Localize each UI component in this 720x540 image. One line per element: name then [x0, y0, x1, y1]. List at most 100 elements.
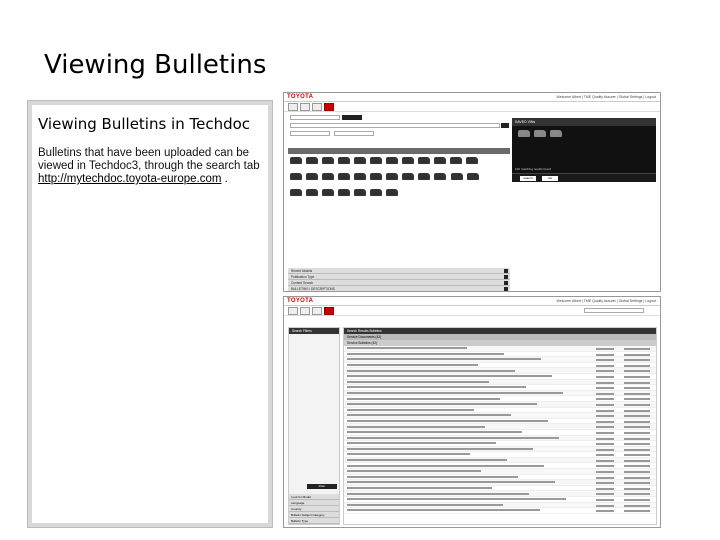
row-text-placeholder [347, 464, 544, 467]
row-number-placeholder [624, 348, 650, 350]
filter-row[interactable]: BULLETINS / DESCRIPTIONS [288, 286, 510, 291]
row-number-placeholder [624, 398, 650, 401]
model-car-icon[interactable] [434, 157, 446, 164]
search-input[interactable] [290, 123, 500, 128]
row-number-placeholder [624, 510, 650, 513]
model-car-icon[interactable] [370, 189, 382, 196]
techdoc-results-screenshot: TOYOTA Welcome Albert | TME Quality Assu… [283, 296, 661, 528]
home-icon[interactable] [288, 103, 298, 111]
type-select[interactable] [334, 131, 374, 136]
model-car-icon[interactable] [338, 189, 350, 196]
row-number-placeholder [624, 409, 650, 412]
vin-input[interactable] [290, 115, 340, 120]
model-car-icon[interactable] [354, 189, 366, 196]
saved-car-icon[interactable] [550, 130, 562, 137]
row-text-placeholder [347, 403, 537, 406]
row-date-placeholder [596, 504, 614, 507]
row-text-placeholder [347, 498, 566, 501]
tools-icon[interactable] [312, 103, 322, 111]
search-tab-icon[interactable] [324, 103, 334, 111]
vin-search-button[interactable] [342, 115, 362, 120]
model-car-icon[interactable] [306, 189, 318, 196]
model-car-icon[interactable] [290, 173, 302, 180]
tools-icon[interactable] [312, 307, 322, 315]
model-car-icon[interactable] [418, 157, 430, 164]
model-car-icon[interactable] [402, 173, 414, 180]
row-text-placeholder [347, 470, 481, 473]
filter-row-label: Content Search [291, 281, 314, 285]
expand-icon[interactable] [504, 275, 508, 279]
model-car-icon[interactable] [467, 173, 480, 180]
row-number-placeholder [624, 493, 650, 496]
model-car-icon[interactable] [451, 173, 464, 180]
model-car-icon[interactable] [322, 189, 334, 196]
model-car-icon[interactable] [386, 173, 398, 180]
right-list-button[interactable]: list [542, 176, 558, 181]
model-car-icon[interactable] [322, 157, 334, 164]
row-number-placeholder [624, 426, 650, 429]
row-date-placeholder [596, 398, 614, 401]
row-number-placeholder [624, 431, 650, 434]
row-text-placeholder [347, 347, 467, 350]
model-car-icon[interactable] [386, 189, 398, 196]
model-car-icon[interactable] [322, 173, 334, 180]
model-car-icon[interactable] [370, 157, 382, 164]
row-text-placeholder [347, 386, 526, 389]
model-car-icon[interactable] [450, 157, 462, 164]
search-tab-icon[interactable] [324, 307, 334, 315]
table-row[interactable] [344, 508, 656, 514]
row-date-placeholder [596, 482, 614, 485]
model-car-icon[interactable] [386, 157, 398, 164]
row-number-placeholder [624, 499, 650, 502]
filter-button[interactable]: Filter [307, 484, 337, 489]
expand-icon[interactable] [504, 281, 508, 285]
model-car-icon[interactable] [434, 173, 446, 180]
model-car-icon[interactable] [338, 157, 350, 164]
filter-row-label: BULLETINS / DESCRIPTIONS [291, 287, 335, 291]
filter-row[interactable]: Bulletin Type [289, 518, 339, 524]
model-car-icon[interactable] [306, 173, 318, 180]
top-links[interactable]: Welcome Albert | TME Quality Assurer | G… [557, 95, 656, 99]
model-car-icon[interactable] [290, 157, 302, 164]
row-date-placeholder [596, 459, 614, 462]
expand-icon[interactable] [504, 269, 508, 273]
model-car-icon[interactable] [338, 173, 350, 180]
quick-search-input[interactable] [584, 308, 644, 313]
model-car-icon[interactable] [354, 157, 366, 164]
search-go-button[interactable] [501, 123, 509, 128]
model-car-icon[interactable] [418, 173, 430, 180]
row-date-placeholder [596, 381, 614, 384]
saved-car-icon[interactable] [518, 130, 530, 137]
text-panel-inner: Viewing Bulletins in Techdoc Bulletins t… [32, 105, 268, 523]
row-number-placeholder [624, 364, 650, 367]
nav-row [284, 102, 660, 112]
model-car-icon[interactable] [370, 173, 382, 180]
car-icon[interactable] [300, 103, 310, 111]
saved-car-icon[interactable] [534, 130, 546, 137]
row-date-placeholder [596, 443, 614, 446]
model-car-icon[interactable] [402, 157, 414, 164]
techdoc-link[interactable]: http://mytechdoc.toyota-europe.com [38, 173, 221, 185]
row-date-placeholder [596, 454, 614, 457]
row-text-placeholder [347, 436, 559, 439]
row-date-placeholder [596, 487, 614, 490]
row-date-placeholder [596, 364, 614, 367]
top-links[interactable]: Welcome Albert | TME Quality Assurer | G… [557, 299, 656, 303]
row-text-placeholder [347, 425, 485, 428]
model-car-icon[interactable] [306, 157, 318, 164]
row-text-placeholder [347, 509, 540, 512]
model-select[interactable] [290, 131, 330, 136]
row-date-placeholder [596, 359, 614, 362]
right-search-button[interactable]: search [520, 176, 536, 181]
model-car-icon[interactable] [466, 157, 478, 164]
row-date-placeholder [596, 392, 614, 395]
row-number-placeholder [624, 415, 650, 418]
model-car-icon[interactable] [354, 173, 366, 180]
row-date-placeholder [596, 348, 614, 350]
model-car-icon[interactable] [290, 189, 302, 196]
row-date-placeholder [596, 431, 614, 434]
saved-vins-panel: SAVED VINs 100 matching results found se… [512, 118, 656, 182]
home-icon[interactable] [288, 307, 298, 315]
car-icon[interactable] [300, 307, 310, 315]
expand-icon[interactable] [504, 287, 508, 291]
